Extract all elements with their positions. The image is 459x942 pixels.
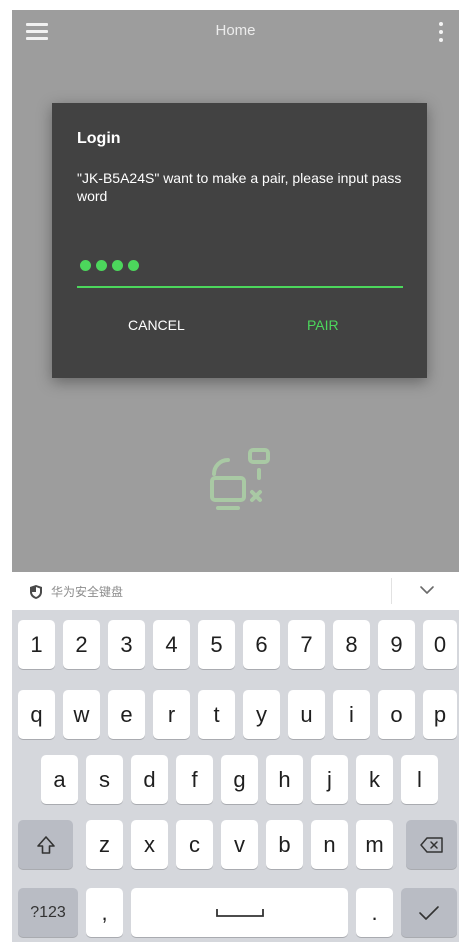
dialog-message: "JK-B5A24S" want to make a pair, please … xyxy=(77,170,402,204)
key-a[interactable]: a xyxy=(41,755,78,804)
key-0[interactable]: 0 xyxy=(423,620,457,669)
key-g[interactable]: g xyxy=(221,755,258,804)
key-c[interactable]: c xyxy=(176,820,213,869)
password-dot xyxy=(80,260,91,271)
key-9[interactable]: 9 xyxy=(378,620,415,669)
backspace-key[interactable] xyxy=(406,820,457,869)
password-underline xyxy=(77,286,403,288)
symbols-key[interactable]: ?123 xyxy=(18,888,78,937)
period-key[interactable]: . xyxy=(356,888,393,937)
keyboard-brand-label: 华为安全键盘 xyxy=(51,585,124,599)
checkmark-icon xyxy=(419,905,439,920)
chevron-down-icon[interactable] xyxy=(417,582,437,598)
key-b[interactable]: b xyxy=(266,820,303,869)
comma-key[interactable]: , xyxy=(86,888,123,937)
keyboard-header: 华为安全键盘 xyxy=(12,572,459,610)
key-i[interactable]: i xyxy=(333,690,370,739)
key-2[interactable]: 2 xyxy=(63,620,100,669)
key-1[interactable]: 1 xyxy=(18,620,55,669)
key-y[interactable]: y xyxy=(243,690,280,739)
key-u[interactable]: u xyxy=(288,690,325,739)
password-dot xyxy=(112,260,123,271)
app-bar: Home xyxy=(12,10,459,54)
page-title: Home xyxy=(215,22,256,39)
space-key[interactable] xyxy=(131,888,348,937)
backspace-icon xyxy=(419,836,443,853)
soft-keyboard: 1 2 3 4 5 6 7 8 9 0 q w e r t y u i o p … xyxy=(12,610,459,942)
key-6[interactable]: 6 xyxy=(243,620,280,669)
key-j[interactable]: j xyxy=(311,755,348,804)
key-n[interactable]: n xyxy=(311,820,348,869)
key-t[interactable]: t xyxy=(198,690,235,739)
shield-icon xyxy=(30,584,42,599)
keyboard-brand: 华为安全键盘 xyxy=(28,583,123,600)
key-8[interactable]: 8 xyxy=(333,620,370,669)
key-7[interactable]: 7 xyxy=(288,620,325,669)
password-dot xyxy=(96,260,107,271)
key-z[interactable]: z xyxy=(86,820,123,869)
key-3[interactable]: 3 xyxy=(108,620,145,669)
shift-key[interactable] xyxy=(18,820,73,869)
key-f[interactable]: f xyxy=(176,755,213,804)
key-o[interactable]: o xyxy=(378,690,415,739)
space-icon xyxy=(215,908,264,917)
dialog-title: Login xyxy=(77,130,121,147)
device-disconnected-icon xyxy=(210,448,270,510)
key-e[interactable]: e xyxy=(108,690,145,739)
key-h[interactable]: h xyxy=(266,755,303,804)
key-w[interactable]: w xyxy=(63,690,100,739)
key-q[interactable]: q xyxy=(18,690,55,739)
key-r[interactable]: r xyxy=(153,690,190,739)
enter-key[interactable] xyxy=(401,888,457,937)
password-dot xyxy=(128,260,139,271)
pair-button[interactable]: PAIR xyxy=(307,317,339,333)
key-x[interactable]: x xyxy=(131,820,168,869)
key-p[interactable]: p xyxy=(423,690,457,739)
key-m[interactable]: m xyxy=(356,820,393,869)
key-v[interactable]: v xyxy=(221,820,258,869)
key-4[interactable]: 4 xyxy=(153,620,190,669)
key-5[interactable]: 5 xyxy=(198,620,235,669)
shift-icon xyxy=(36,835,55,854)
keyboard-header-divider xyxy=(391,578,392,604)
cancel-button[interactable]: CANCEL xyxy=(128,317,185,333)
more-vertical-icon[interactable] xyxy=(437,20,445,44)
key-d[interactable]: d xyxy=(131,755,168,804)
login-dialog: Login "JK-B5A24S" want to make a pair, p… xyxy=(52,103,427,378)
key-k[interactable]: k xyxy=(356,755,393,804)
key-l[interactable]: l xyxy=(401,755,438,804)
key-s[interactable]: s xyxy=(86,755,123,804)
password-field[interactable]: ●●●● xyxy=(80,260,139,274)
